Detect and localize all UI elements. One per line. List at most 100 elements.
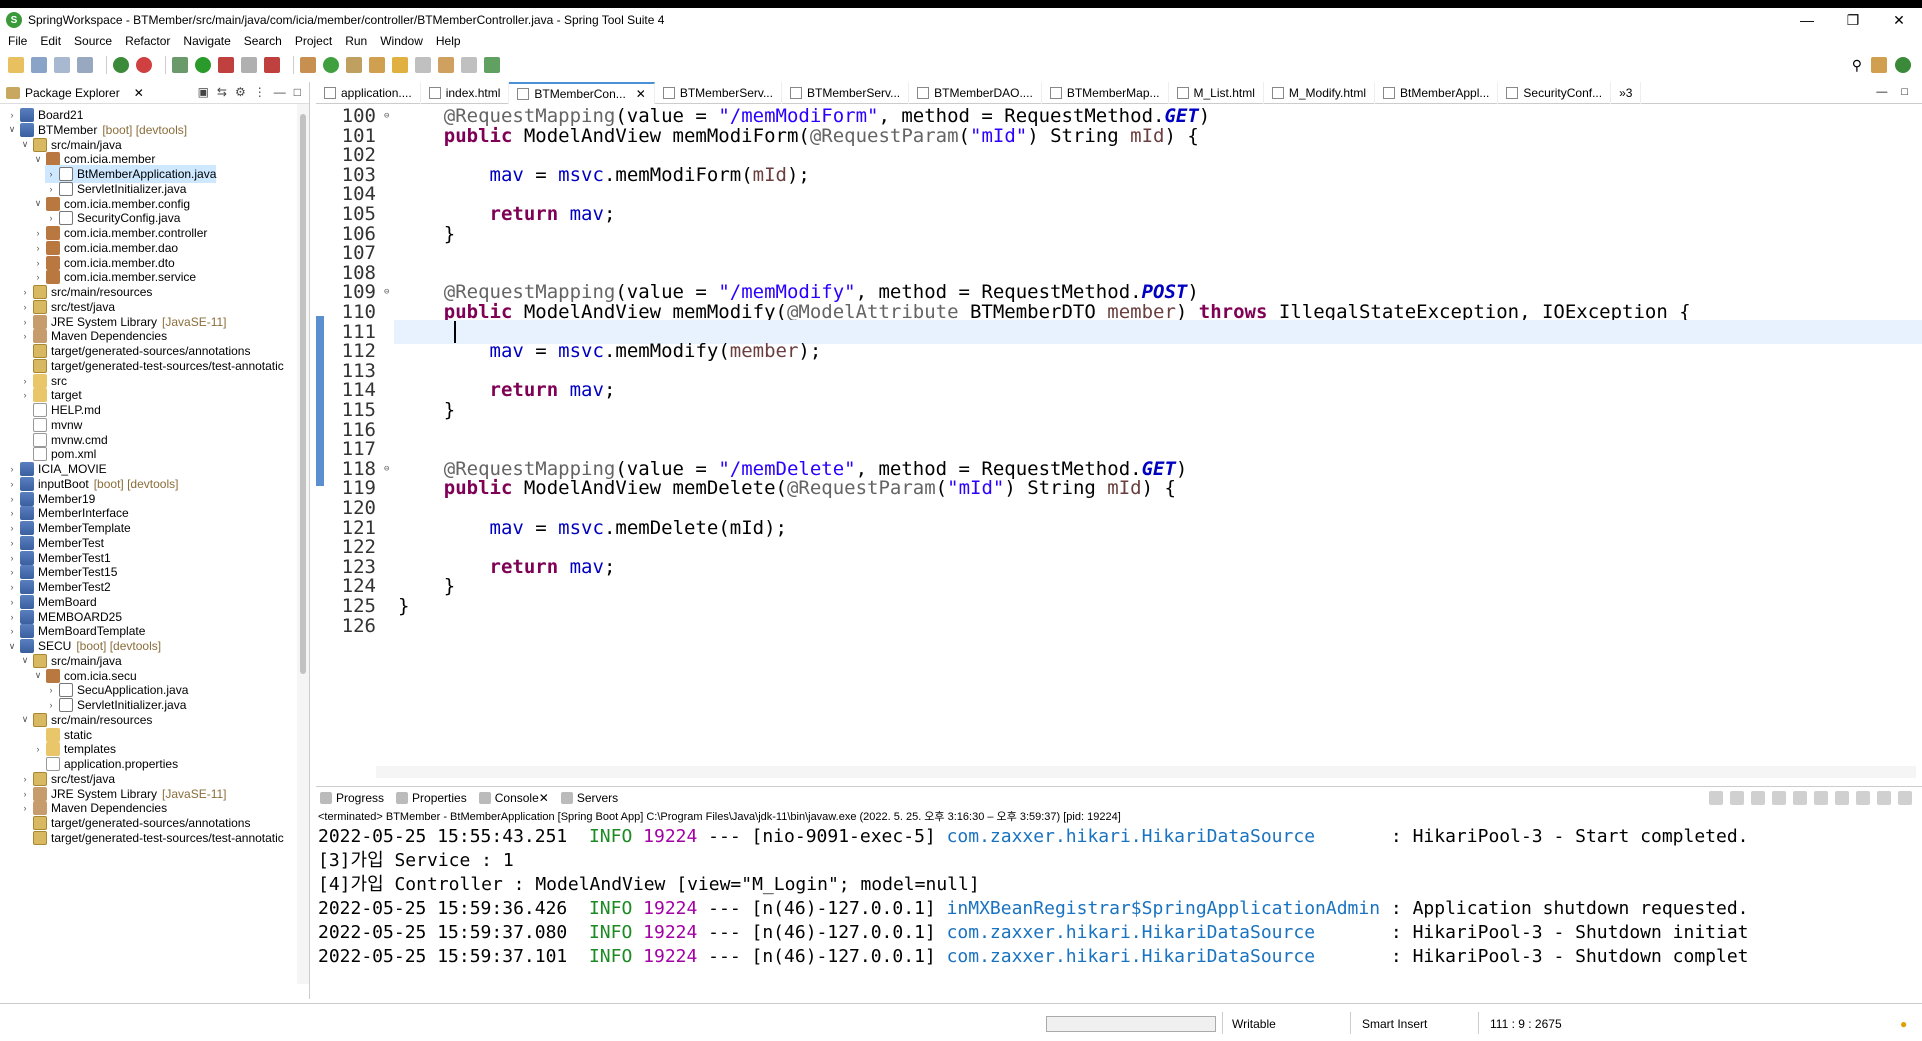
chevron-right-icon[interactable]: › <box>32 258 44 268</box>
chevron-right-icon[interactable]: › <box>6 553 18 563</box>
chevron-right-icon[interactable]: › <box>6 464 18 474</box>
close-icon[interactable]: ✕ <box>636 87 646 101</box>
scroll-lock-icon[interactable] <box>1793 791 1807 805</box>
editor-tab[interactable]: M_List.html <box>1169 81 1264 104</box>
tab-servers[interactable]: Servers <box>560 791 618 805</box>
terminate-icon[interactable] <box>241 57 257 73</box>
show-on-output-icon[interactable] <box>1835 791 1849 805</box>
tree-item[interactable]: target/generated-test-sources/test-annot… <box>19 829 284 847</box>
chevron-right-icon[interactable]: › <box>6 612 18 622</box>
annotation-icon[interactable] <box>392 57 408 73</box>
fold-icon[interactable]: ⊖ <box>384 457 394 481</box>
search-icon[interactable]: ⚲ <box>1852 57 1862 74</box>
chevron-down-icon[interactable]: ∨ <box>6 124 18 135</box>
menu-project[interactable]: Project <box>295 34 332 48</box>
fold-icon[interactable]: ⊖ <box>384 280 394 304</box>
new-icon[interactable] <box>8 57 24 73</box>
filter-icon[interactable]: ⚙ <box>235 85 246 99</box>
chevron-right-icon[interactable]: › <box>6 538 18 548</box>
code-area[interactable]: 100 ⊖ @RequestMapping(value = "/memModiFo… <box>316 104 1922 764</box>
chevron-right-icon[interactable]: › <box>45 169 57 179</box>
console-output[interactable]: 2022-05-25 15:55:43.251 INFO 19224 --- [… <box>316 825 1922 995</box>
chevron-down-icon[interactable]: ∨ <box>6 641 18 652</box>
print-icon[interactable] <box>77 57 93 73</box>
menu-navigate[interactable]: Navigate <box>183 34 230 48</box>
stop-icon[interactable] <box>136 57 152 73</box>
maximize-icon[interactable]: □ <box>294 85 301 99</box>
chevron-right-icon[interactable]: › <box>19 317 31 327</box>
fold-icon[interactable]: ⊖ <box>384 104 394 128</box>
open-type-icon[interactable] <box>346 57 362 73</box>
terminate-icon[interactable] <box>1751 791 1765 805</box>
editor-tab[interactable]: BTMemberDAO.... <box>909 81 1042 104</box>
chevron-right-icon[interactable]: › <box>19 331 31 341</box>
clear-console-icon[interactable] <box>1772 791 1786 805</box>
open-console-icon[interactable] <box>1898 791 1912 805</box>
view-menu-icon[interactable]: ⋮ <box>254 85 266 99</box>
display-console-icon[interactable] <box>1877 791 1891 805</box>
close-icon[interactable]: ✕ <box>134 86 144 100</box>
minimize-icon[interactable]: — <box>274 85 286 99</box>
chevron-right-icon[interactable]: › <box>19 302 31 312</box>
spring-boot-icon[interactable] <box>113 57 129 73</box>
forward-icon[interactable] <box>461 57 477 73</box>
editor-tab[interactable]: BTMemberCon... ✕ <box>509 81 655 104</box>
chevron-right-icon[interactable]: › <box>19 390 31 400</box>
maximize-icon[interactable]: □ <box>1901 86 1908 98</box>
menu-file[interactable]: File <box>8 34 27 48</box>
chevron-right-icon[interactable]: › <box>45 700 57 710</box>
chevron-right-icon[interactable]: › <box>6 597 18 607</box>
chevron-right-icon[interactable]: › <box>32 243 44 253</box>
link-editor-icon[interactable]: ⇆ <box>217 85 227 99</box>
chevron-down-icon[interactable]: ∨ <box>32 154 44 165</box>
editor-tab[interactable]: »3 <box>1611 81 1642 104</box>
menu-source[interactable]: Source <box>74 34 112 48</box>
chevron-down-icon[interactable]: ∨ <box>32 198 44 209</box>
chevron-right-icon[interactable]: › <box>6 626 18 636</box>
chevron-right-icon[interactable]: › <box>45 685 57 695</box>
editor-horizontal-scrollbar[interactable] <box>376 766 1916 778</box>
chevron-right-icon[interactable]: › <box>6 494 18 504</box>
tab-progress[interactable]: Progress <box>320 791 384 805</box>
chevron-right-icon[interactable]: › <box>32 272 44 282</box>
new-class-icon[interactable] <box>323 57 339 73</box>
chevron-right-icon[interactable]: › <box>32 744 44 754</box>
perspective-java-icon[interactable] <box>1871 57 1887 73</box>
editor-tab[interactable]: M_Modify.html <box>1264 81 1376 104</box>
chevron-right-icon[interactable]: › <box>6 523 18 533</box>
editor-tab[interactable]: BtMemberAppl... <box>1375 81 1499 104</box>
chevron-right-icon[interactable]: › <box>19 376 31 386</box>
remove-launch-icon[interactable] <box>1709 791 1723 805</box>
chevron-right-icon[interactable]: › <box>6 479 18 489</box>
editor-tab[interactable]: BTMemberMap... <box>1042 81 1169 104</box>
chevron-right-icon[interactable]: › <box>45 213 57 223</box>
chevron-down-icon[interactable]: ∨ <box>19 139 31 150</box>
chevron-right-icon[interactable]: › <box>32 228 44 238</box>
editor-tab[interactable]: application.... <box>316 81 421 104</box>
editor-tab[interactable]: SecurityConf... <box>1498 81 1612 104</box>
deploy-icon[interactable] <box>264 57 280 73</box>
run-icon[interactable] <box>195 57 211 73</box>
editor-tab[interactable]: index.html <box>421 81 510 104</box>
chevron-right-icon[interactable]: › <box>6 582 18 592</box>
chevron-right-icon[interactable]: › <box>19 287 31 297</box>
tab-package-explorer[interactable]: Package Explorer ✕ <box>6 86 144 100</box>
back-icon[interactable] <box>438 57 454 73</box>
minimize-icon[interactable]: — <box>1876 86 1887 98</box>
scrollbar-thumb[interactable] <box>300 114 306 674</box>
menu-refactor[interactable]: Refactor <box>125 34 170 48</box>
menu-edit[interactable]: Edit <box>40 34 61 48</box>
chevron-down-icon[interactable]: ∨ <box>19 714 31 725</box>
external-tools-icon[interactable] <box>218 57 234 73</box>
editor-tab[interactable]: BTMemberServ... <box>782 81 910 104</box>
new-package-icon[interactable] <box>300 57 316 73</box>
menu-help[interactable]: Help <box>436 34 461 48</box>
remove-all-icon[interactable] <box>1730 791 1744 805</box>
chevron-right-icon[interactable]: › <box>19 789 31 799</box>
menu-search[interactable]: Search <box>244 34 282 48</box>
chevron-right-icon[interactable]: › <box>19 803 31 813</box>
chevron-down-icon[interactable]: ∨ <box>19 655 31 666</box>
tip-icon[interactable]: ● <box>1900 1017 1907 1031</box>
next-annotation-icon[interactable] <box>415 57 431 73</box>
menu-run[interactable]: Run <box>345 34 367 48</box>
